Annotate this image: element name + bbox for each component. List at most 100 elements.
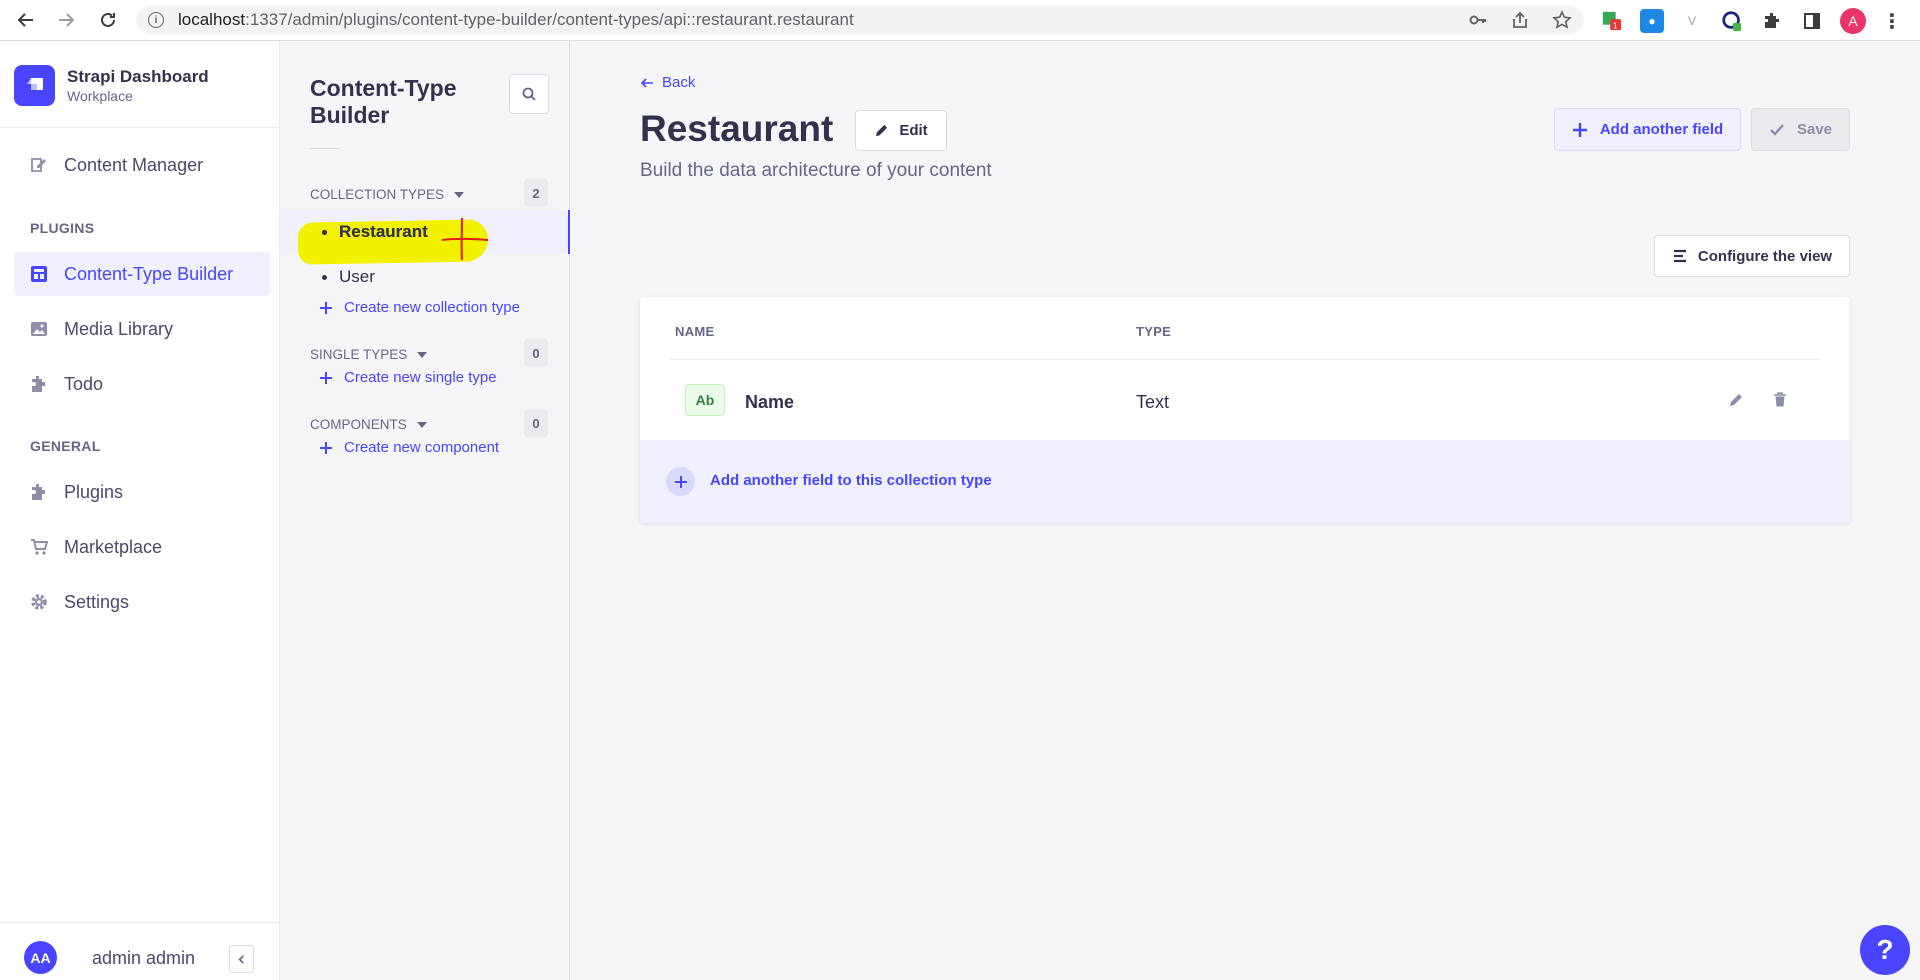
subnav-title: Content-Type Builder xyxy=(310,75,457,128)
plus-circle-icon xyxy=(666,467,695,496)
plus-icon xyxy=(318,370,334,386)
add-field-label: Add another field to this collection typ… xyxy=(710,472,992,489)
search-icon xyxy=(522,87,536,101)
brand-title: Strapi Dashboard xyxy=(67,66,209,86)
site-info-icon[interactable]: i xyxy=(148,12,164,28)
reload-icon[interactable] xyxy=(88,0,128,40)
nav-item-media-library[interactable]: Media Library xyxy=(14,307,270,351)
button-label: Configure the view xyxy=(1697,247,1833,265)
divider xyxy=(670,359,1820,360)
check-icon xyxy=(1770,123,1784,136)
nav-label: Media Library xyxy=(64,318,174,339)
components-toggle[interactable]: COMPONENTS xyxy=(310,417,427,432)
restaurant-label-overlay[interactable]: Restaurant xyxy=(322,210,522,254)
nav-item-plugins[interactable]: Plugins xyxy=(14,470,270,514)
edit-button[interactable]: Edit xyxy=(855,110,947,151)
brand[interactable]: Strapi Dashboard Workplace xyxy=(14,65,209,106)
nav-section-general: GENERAL xyxy=(30,438,101,454)
page-subtitle: Build the data architecture of your cont… xyxy=(640,160,992,181)
nav-item-content-type-builder[interactable]: Content-Type Builder xyxy=(14,252,270,296)
caret-down-icon xyxy=(417,351,428,358)
button-label: Edit xyxy=(899,122,928,139)
collection-types-count: 2 xyxy=(524,179,548,207)
components-count: 0 xyxy=(524,409,548,437)
extension-badge-icon[interactable]: 1 xyxy=(1600,9,1624,33)
button-label: Add another field xyxy=(1599,121,1724,138)
back-arrow-icon[interactable] xyxy=(6,0,46,40)
plus-icon xyxy=(318,300,334,316)
add-another-field-button[interactable]: Add another field xyxy=(1554,108,1741,151)
back-link[interactable]: Back xyxy=(640,74,695,91)
list-layout-icon xyxy=(1673,249,1686,263)
nav-item-marketplace[interactable]: Marketplace xyxy=(14,525,270,569)
link-label: Create new collection type xyxy=(344,299,520,316)
section-label: COLLECTION TYPES xyxy=(310,187,445,202)
profile-avatar[interactable]: A xyxy=(1840,8,1866,34)
item-label: User xyxy=(339,267,375,286)
circle-extension-icon[interactable] xyxy=(1720,9,1744,33)
nav-item-content-manager[interactable]: Content Manager xyxy=(14,143,270,187)
arrow-left-icon xyxy=(640,77,653,88)
back-label: Back xyxy=(662,74,696,91)
side-panel-icon[interactable] xyxy=(1800,9,1824,33)
nav-footer: AA admin admin xyxy=(0,922,279,980)
address-bar[interactable]: i localhost:1337/admin/plugins/content-t… xyxy=(136,5,1584,35)
create-component-link[interactable]: Create new component xyxy=(318,439,499,456)
create-collection-type-link[interactable]: Create new collection type xyxy=(318,299,520,316)
link-label: Create new single type xyxy=(344,369,497,386)
button-label: Save xyxy=(1796,121,1833,138)
user-name[interactable]: admin admin xyxy=(92,948,195,969)
collection-types-toggle[interactable]: COLLECTION TYPES xyxy=(310,187,465,202)
field-name: Name xyxy=(745,392,795,412)
url-text: localhost:1337/admin/plugins/content-typ… xyxy=(178,10,854,29)
svg-text:1: 1 xyxy=(1613,21,1618,30)
edit-field-button[interactable] xyxy=(1725,389,1747,411)
water-drop-extension-icon[interactable]: ● xyxy=(1640,9,1664,33)
bookmark-star-icon[interactable] xyxy=(1552,10,1572,35)
browser-menu-icon[interactable]: ⋮ xyxy=(1882,9,1902,34)
nav-label: Content Manager xyxy=(64,154,204,175)
single-types-toggle[interactable]: SINGLE TYPES xyxy=(310,347,428,362)
item-label: Restaurant xyxy=(339,222,428,241)
key-icon[interactable] xyxy=(1468,10,1488,35)
delete-field-button[interactable] xyxy=(1769,389,1791,411)
pencil-doc-icon xyxy=(28,154,50,176)
nav-item-todo[interactable]: Todo xyxy=(14,362,270,406)
nav-label: Settings xyxy=(64,591,130,612)
chevron-left-icon xyxy=(238,954,244,964)
user-avatar[interactable]: AA xyxy=(24,941,57,974)
share-icon[interactable] xyxy=(1510,10,1530,35)
nav-item-settings[interactable]: Settings xyxy=(14,580,270,624)
main-navigation: Strapi Dashboard Workplace Content Manag… xyxy=(0,41,280,980)
puzzle-icon xyxy=(28,481,50,503)
divider xyxy=(310,148,340,149)
brand-subtitle: Workplace xyxy=(67,87,133,104)
single-types-count: 0 xyxy=(524,339,548,367)
add-field-row[interactable]: Add another field to this collection typ… xyxy=(640,440,1850,523)
save-button[interactable]: Save xyxy=(1751,108,1850,151)
nav-label: Plugins xyxy=(64,481,124,502)
collapse-nav-button[interactable] xyxy=(229,945,254,973)
plus-icon xyxy=(318,440,334,456)
create-single-type-link[interactable]: Create new single type xyxy=(318,369,497,386)
layout-icon xyxy=(28,263,50,285)
forward-arrow-icon[interactable] xyxy=(46,0,86,40)
nav-section-plugins: PLUGINS xyxy=(30,220,95,236)
help-button[interactable]: ? xyxy=(1860,925,1910,975)
field-type: Text xyxy=(1136,392,1170,412)
bullet-icon xyxy=(322,274,327,280)
configure-view-button[interactable]: Configure the view xyxy=(1654,235,1850,277)
link-label: Create new component xyxy=(344,439,500,456)
column-header-name: NAME xyxy=(675,324,715,339)
section-label: SINGLE TYPES xyxy=(310,347,408,362)
nav-label: Todo xyxy=(64,373,104,394)
bullet-icon xyxy=(322,229,327,235)
plus-icon xyxy=(1572,122,1587,137)
caret-down-icon xyxy=(454,191,465,198)
v-extension-icon[interactable]: V xyxy=(1680,9,1704,33)
trash-icon xyxy=(1774,392,1786,407)
puzzle-extensions-icon[interactable] xyxy=(1760,9,1784,33)
divider xyxy=(0,127,279,128)
subnav-search-button[interactable] xyxy=(509,74,549,114)
shopping-cart-icon xyxy=(28,536,50,558)
